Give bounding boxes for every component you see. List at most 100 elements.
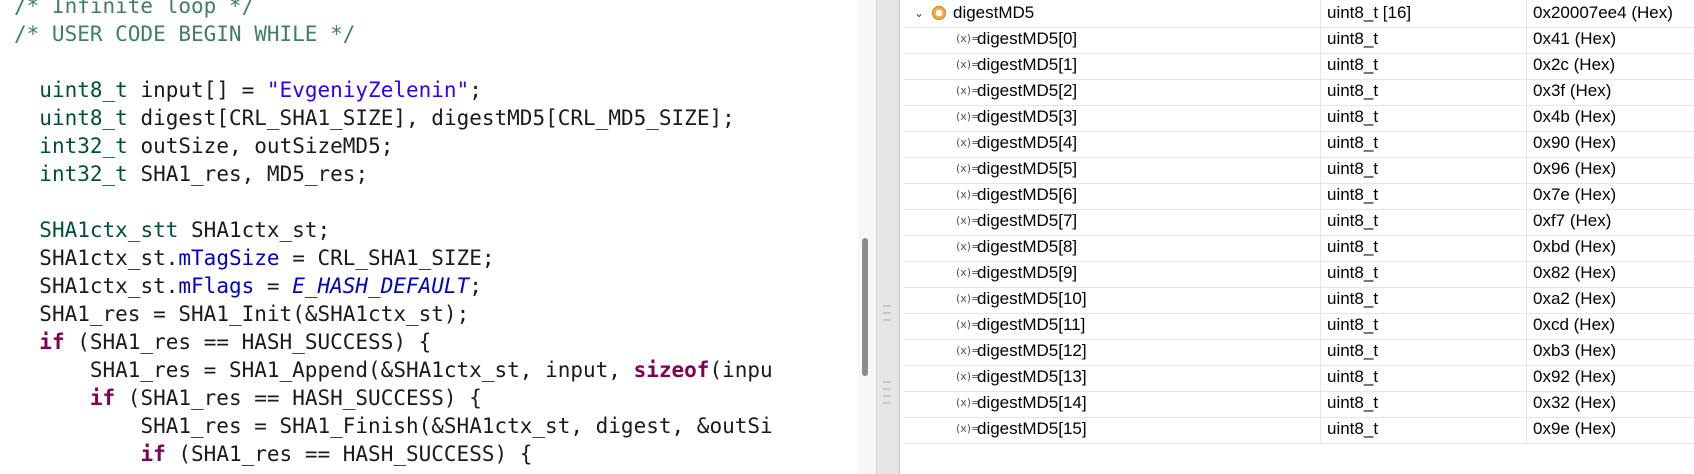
variable-value[interactable]: 0x96 (Hex) [1526, 156, 1694, 184]
variable-name: digestMD5 [953, 3, 1035, 22]
variable-name-cell: (x)= digestMD5[1] [904, 52, 1320, 80]
code-line: /* USER CODE BEGIN WHILE */ [14, 22, 356, 46]
variable-row[interactable]: (x)= digestMD5[10] uint8_t 0xa2 (Hex) [904, 286, 1694, 314]
code-line: int32_t outSize, outSizeMD5; [39, 134, 394, 158]
variable-name: digestMD5[7] [977, 211, 1078, 230]
variable-name-cell: (x)= digestMD5[5] [904, 156, 1320, 184]
variable-name-cell: (x)= digestMD5[2] [904, 78, 1320, 106]
variable-row[interactable]: (x)= digestMD5[11] uint8_t 0xcd (Hex) [904, 312, 1694, 340]
variable-name-cell: (x)= digestMD5[11] [904, 312, 1320, 340]
variable-row[interactable]: (x)= digestMD5[14] uint8_t 0x32 (Hex) [904, 390, 1694, 418]
variable-type: uint8_t [1320, 78, 1526, 106]
variable-name-cell: (x)= digestMD5[14] [904, 390, 1320, 418]
variable-name-cell: (x)= digestMD5[3] [904, 104, 1320, 132]
variable-name-cell: (x)= digestMD5[13] [904, 364, 1320, 392]
variable-name: digestMD5[10] [977, 289, 1087, 308]
variable-row[interactable]: (x)= digestMD5[4] uint8_t 0x90 (Hex) [904, 130, 1694, 158]
code-line: SHA1ctx_st.mFlags = E_HASH_DEFAULT; [39, 274, 482, 298]
variable-row[interactable]: (x)= digestMD5[7] uint8_t 0xf7 (Hex) [904, 208, 1694, 236]
variable-name-cell: (x)= digestMD5[0] [904, 26, 1320, 54]
variable-name-cell: ⌄ digestMD5 [904, 0, 1320, 28]
variable-value[interactable]: 0x7e (Hex) [1526, 182, 1694, 210]
code-line: if (SHA1_res == HASH_SUCCESS) { [140, 442, 533, 466]
variable-name-cell: (x)= digestMD5[4] [904, 130, 1320, 158]
variable-name-cell: (x)= digestMD5[8] [904, 234, 1320, 262]
variable-row[interactable]: (x)= digestMD5[0] uint8_t 0x41 (Hex) [904, 26, 1694, 54]
variable-type: uint8_t [1320, 130, 1526, 158]
variable-row[interactable]: (x)= digestMD5[1] uint8_t 0x2c (Hex) [904, 52, 1694, 80]
variable-value[interactable]: 0x2c (Hex) [1526, 52, 1694, 80]
variable-row[interactable]: (x)= digestMD5[6] uint8_t 0x7e (Hex) [904, 182, 1694, 210]
variable-row[interactable]: (x)= digestMD5[15] uint8_t 0x9e (Hex) [904, 416, 1694, 444]
variable-name: digestMD5[11] [977, 315, 1086, 334]
code-line: if (SHA1_res == HASH_SUCCESS) { [89, 386, 482, 410]
variable-name-cell: (x)= digestMD5[15] [904, 416, 1320, 444]
variable-name: digestMD5[4] [977, 133, 1078, 152]
variable-name: digestMD5[8] [977, 237, 1078, 256]
code-line: SHA1ctx_st.mTagSize = CRL_SHA1_SIZE; [39, 246, 495, 270]
variable-value[interactable]: 0x92 (Hex) [1526, 364, 1694, 392]
variable-row[interactable]: (x)= digestMD5[3] uint8_t 0x4b (Hex) [904, 104, 1694, 132]
scrollbar-thumb[interactable] [862, 238, 868, 376]
variable-type: uint8_t [1320, 234, 1526, 262]
variable-name: digestMD5[6] [977, 185, 1078, 204]
variable-row[interactable]: (x)= digestMD5[13] uint8_t 0x92 (Hex) [904, 364, 1694, 392]
variable-row[interactable]: (x)= digestMD5[12] uint8_t 0xb3 (Hex) [904, 338, 1694, 366]
variable-type: uint8_t [1320, 260, 1526, 288]
variable-name: digestMD5[2] [977, 81, 1078, 100]
code-editor[interactable]: /* Infinite loop */ /* USER CODE BEGIN WH… [0, 0, 858, 474]
pane-splitter[interactable] [876, 0, 900, 474]
variable-value[interactable]: 0x90 (Hex) [1526, 130, 1694, 158]
variable-type: uint8_t [16] [1320, 0, 1526, 28]
variable-value[interactable]: 0x9e (Hex) [1526, 416, 1694, 444]
splitter-grip-icon [883, 300, 891, 326]
variable-type: uint8_t [1320, 208, 1526, 236]
variable-row[interactable]: (x)= digestMD5[5] uint8_t 0x96 (Hex) [904, 156, 1694, 184]
variable-name-cell: (x)= digestMD5[7] [904, 208, 1320, 236]
variable-name: digestMD5[9] [977, 263, 1078, 282]
variable-row[interactable]: (x)= digestMD5[8] uint8_t 0xbd (Hex) [904, 234, 1694, 262]
variable-name: digestMD5[14] [977, 393, 1087, 412]
variable-row[interactable]: (x)= digestMD5[2] uint8_t 0x3f (Hex) [904, 78, 1694, 106]
variables-view[interactable]: ⌄ digestMD5 uint8_t [16] 0x20007ee4 (Hex… [904, 0, 1694, 474]
chevron-down-icon[interactable]: ⌄ [912, 0, 926, 26]
variable-name-cell: (x)= digestMD5[12] [904, 338, 1320, 366]
variable-type: uint8_t [1320, 312, 1526, 340]
variable-name: digestMD5[3] [977, 107, 1078, 126]
variable-value[interactable]: 0x32 (Hex) [1526, 390, 1694, 418]
code-line: SHA1_res = SHA1_Finish(&SHA1ctx_st, dige… [140, 414, 773, 438]
variable-type: uint8_t [1320, 416, 1526, 444]
variable-value[interactable]: 0xa2 (Hex) [1526, 286, 1694, 314]
code-line: int32_t SHA1_res, MD5_res; [39, 162, 369, 186]
variable-value[interactable]: 0x4b (Hex) [1526, 104, 1694, 132]
variable-name: digestMD5[1] [977, 55, 1078, 74]
variable-value[interactable]: 0xf7 (Hex) [1526, 208, 1694, 236]
variable-value[interactable]: 0xb3 (Hex) [1526, 338, 1694, 366]
editor-vertical-scrollbar[interactable] [858, 0, 876, 474]
variable-name: digestMD5[13] [977, 367, 1087, 386]
variable-name-cell: (x)= digestMD5[9] [904, 260, 1320, 288]
variable-name: digestMD5[0] [977, 29, 1078, 48]
variable-value[interactable]: 0x41 (Hex) [1526, 26, 1694, 54]
variable-type: uint8_t [1320, 26, 1526, 54]
variable-name-cell: (x)= digestMD5[6] [904, 182, 1320, 210]
code-line: SHA1_res = SHA1_Init(&SHA1ctx_st); [39, 302, 470, 326]
variable-type: uint8_t [1320, 390, 1526, 418]
variable-type: uint8_t [1320, 104, 1526, 132]
variable-value[interactable]: 0x20007ee4 (Hex) [1526, 0, 1694, 28]
code-line: /* Infinite loop */ [14, 0, 255, 18]
variable-type: uint8_t [1320, 52, 1526, 80]
variable-row[interactable]: (x)= digestMD5[9] uint8_t 0x82 (Hex) [904, 260, 1694, 288]
variable-name: digestMD5[15] [977, 419, 1087, 438]
code-text[interactable]: /* Infinite loop */ /* USER CODE BEGIN WH… [14, 0, 773, 468]
splitter-grip-icon [883, 376, 891, 409]
variable-type: uint8_t [1320, 364, 1526, 392]
variable-row-parent[interactable]: ⌄ digestMD5 uint8_t [16] 0x20007ee4 (Hex… [904, 0, 1694, 28]
variable-value[interactable]: 0x82 (Hex) [1526, 260, 1694, 288]
variable-value[interactable]: 0xbd (Hex) [1526, 234, 1694, 262]
variable-value[interactable]: 0xcd (Hex) [1526, 312, 1694, 340]
struct-object-icon [932, 6, 946, 20]
variable-name: digestMD5[12] [977, 341, 1087, 360]
variable-value[interactable]: 0x3f (Hex) [1526, 78, 1694, 106]
